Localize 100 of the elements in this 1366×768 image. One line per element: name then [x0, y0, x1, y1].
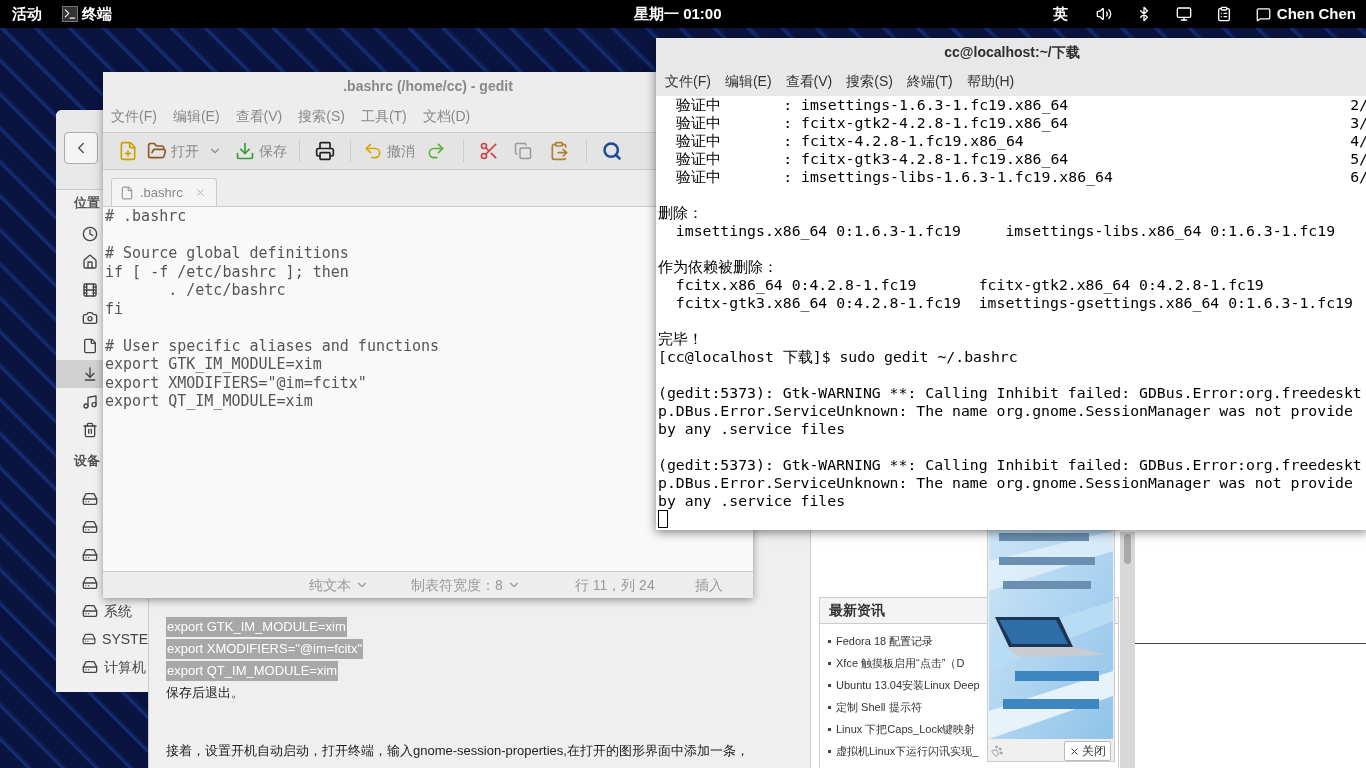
terminal-line: 完毕！ — [658, 330, 703, 348]
code-line: fi — [105, 299, 124, 318]
code-line: export XMODIFIERS="@im=fcitx" — [105, 373, 367, 392]
window-title: .bashrc (/home/cc) - gedit — [343, 76, 513, 96]
scrollbar[interactable] — [1120, 532, 1135, 768]
drive-icon — [82, 491, 98, 507]
place-icon — [82, 310, 98, 326]
terminal-line: 验证中 : imsettings-1.6.3-1.fc19.x86_64 — [674, 96, 1069, 114]
code-line: export QT_IM_MODULE=xim — [105, 392, 313, 411]
terminal-line: by any .service files — [658, 492, 846, 510]
progress-count: 3/ — [1350, 114, 1366, 132]
drive-icon — [82, 547, 98, 563]
news-link[interactable]: Ubuntu 13.04安装Linux Deep — [836, 676, 980, 694]
place-icon — [82, 282, 98, 298]
terminal-line: 验证中 : fcitx-4.2.8-1.fc19.x86_64 — [674, 132, 1024, 150]
new-file-icon — [118, 141, 138, 161]
menu-item[interactable]: 終端(T) — [906, 70, 953, 92]
clipboard-icon — [549, 141, 569, 161]
copy-icon — [514, 142, 532, 160]
close-button[interactable]: 关闭 — [1064, 741, 1111, 761]
bullet-icon — [828, 705, 831, 709]
sidebar-item[interactable]: 系统 — [56, 597, 148, 625]
x-icon — [1069, 745, 1080, 757]
insert-mode: 插入 — [694, 575, 723, 595]
news-link[interactable]: 虚拟机Linux下运行闪讯实现_ — [836, 742, 979, 760]
download-icon — [235, 141, 255, 161]
menu-item[interactable]: 文件(F) — [665, 70, 711, 92]
menu-item[interactable]: 查看(V) — [785, 70, 833, 92]
drive-icon — [82, 575, 98, 591]
sidebar-item[interactable] — [56, 360, 103, 388]
search-icon — [602, 141, 622, 161]
terminal-line: 作为依赖被删除： — [658, 258, 778, 276]
cursor-position: 行 11，列 24 — [574, 575, 655, 595]
progress-count: 5/ — [1350, 150, 1366, 168]
terminal-line: by any .service files — [658, 420, 846, 438]
folder-icon — [147, 141, 167, 161]
drive-icon — [82, 519, 98, 535]
code-line: . /etc/bashrc — [167, 281, 286, 300]
menu-item[interactable]: 搜索(S) — [846, 70, 893, 92]
terminal-line: fcitx.x86_64 0:4.2.8-1.fc19 fcitx-gtk2.x86_64 0:4.2.8-1.fc19 — [674, 276, 1264, 294]
menu-item[interactable]: 帮助(H) — [966, 70, 1015, 92]
printer-icon — [315, 141, 335, 161]
bullet-icon — [828, 683, 831, 687]
terminal-line: fcitx-gtk3.x86_64 0:4.2.8-1.fc19 imsettings-gsettings.x86_64 0:1.6.3-1.fc19 — [674, 294, 1353, 312]
undo-icon — [363, 141, 383, 161]
bullet-icon — [828, 749, 831, 753]
article-text: 接着，设置开机自动启动，打开终端，输入gnome-session-properties,在打开的图形界面中添加一条， — [166, 742, 749, 761]
terminal-line: p.DBus.Error.ServiceUnknown: The name org.gnome.SessionManager was not provide — [658, 402, 1353, 420]
terminal-line: p.DBus.Error.ServiceUnknown: The name org.gnome.SessionManager was not provide — [658, 474, 1353, 492]
code-line: # Source global definitions — [105, 244, 349, 263]
sidebar-item[interactable]: SYSTE — [56, 625, 148, 653]
progress-count: 4/ — [1350, 132, 1366, 150]
progress-count: 6/ — [1350, 168, 1366, 186]
volume-icon[interactable] — [1095, 6, 1112, 22]
code-line: if [ -f /etc/bashrc ]; then — [105, 262, 349, 281]
bullet-icon — [828, 639, 831, 643]
terminal-line: 验证中 : imsettings-libs-1.6.3-1.fc19.x86_64 — [674, 168, 1113, 186]
bullet-icon — [828, 661, 831, 665]
place-icon — [82, 226, 98, 242]
place-icon — [82, 394, 98, 410]
place-icon — [82, 254, 98, 270]
news-title: 最新资讯 — [829, 601, 885, 620]
news-link[interactable]: Xfce 触摸板启用“点击”（D — [836, 654, 965, 672]
drive-icon — [82, 603, 98, 619]
terminal-icon — [62, 6, 78, 22]
input-method-indicator[interactable]: 英 — [1052, 2, 1068, 26]
news-link[interactable]: Fedora 18 配置记录 — [836, 632, 934, 650]
news-link[interactable]: 定制 Shell 提示符 — [836, 698, 922, 716]
terminal-line: (gedit:5373): Gtk-WARNING **: Calling Inhibit failed: GDBus.Error:org.freedeskt — [658, 384, 1362, 402]
scissors-icon — [479, 141, 499, 161]
article-text: 保存后退出。 — [166, 684, 244, 703]
drive-icon — [82, 659, 98, 675]
place-icon — [82, 422, 98, 438]
terminal-line: 验证中 : fcitx-gtk3-4.2.8-1.fc19.x86_64 — [674, 150, 1069, 168]
redo-icon — [426, 141, 446, 161]
paw-icon — [991, 745, 1003, 757]
place-icon — [82, 338, 98, 354]
clipboard-icon[interactable] — [1215, 6, 1232, 22]
app-menu-button[interactable]: 终端 — [82, 2, 112, 26]
document-icon — [120, 185, 134, 200]
code-line: export GTK_IM_MODULE=xim — [105, 355, 322, 374]
window-title: cc@localhost:~/下载 — [944, 42, 1080, 62]
drive-icon — [82, 631, 97, 647]
news-link[interactable]: Linux 下把Caps_Lock键映射 — [836, 720, 976, 738]
terminal-line: (gedit:5373): Gtk-WARNING **: Calling Inhibit failed: GDBus.Error:org.freedeskt — [658, 456, 1362, 474]
sidebar-heading: 设备 — [74, 452, 100, 471]
menu-item[interactable]: 编辑(E) — [724, 70, 772, 92]
sidebar-heading: 位置 — [74, 194, 100, 213]
user-name[interactable]: Chen Chen — [1276, 2, 1356, 26]
clock[interactable]: 星期一 01:00 — [634, 2, 722, 26]
terminal-line: [cc@localhost 下载]$ sudo gedit ~/.bashrc — [658, 348, 1018, 366]
terminal-line: 验证中 : fcitx-gtk2-4.2.8-1.fc19.x86_64 — [674, 114, 1069, 132]
code-line: # .bashrc — [105, 207, 187, 226]
terminal-line: imsettings.x86_64 0:1.6.3-1.fc19 imsettings-libs.x86_64 0:1.6.3-1.fc19 — [674, 222, 1336, 240]
progress-count: 2/ — [1350, 96, 1366, 114]
place-icon — [82, 366, 98, 382]
bullet-icon — [828, 727, 831, 731]
activities-button[interactable]: 活动 — [12, 2, 42, 26]
sidebar-item[interactable]: 计算机 — [56, 653, 148, 681]
code-line: # User specific aliases and functions — [105, 336, 440, 355]
